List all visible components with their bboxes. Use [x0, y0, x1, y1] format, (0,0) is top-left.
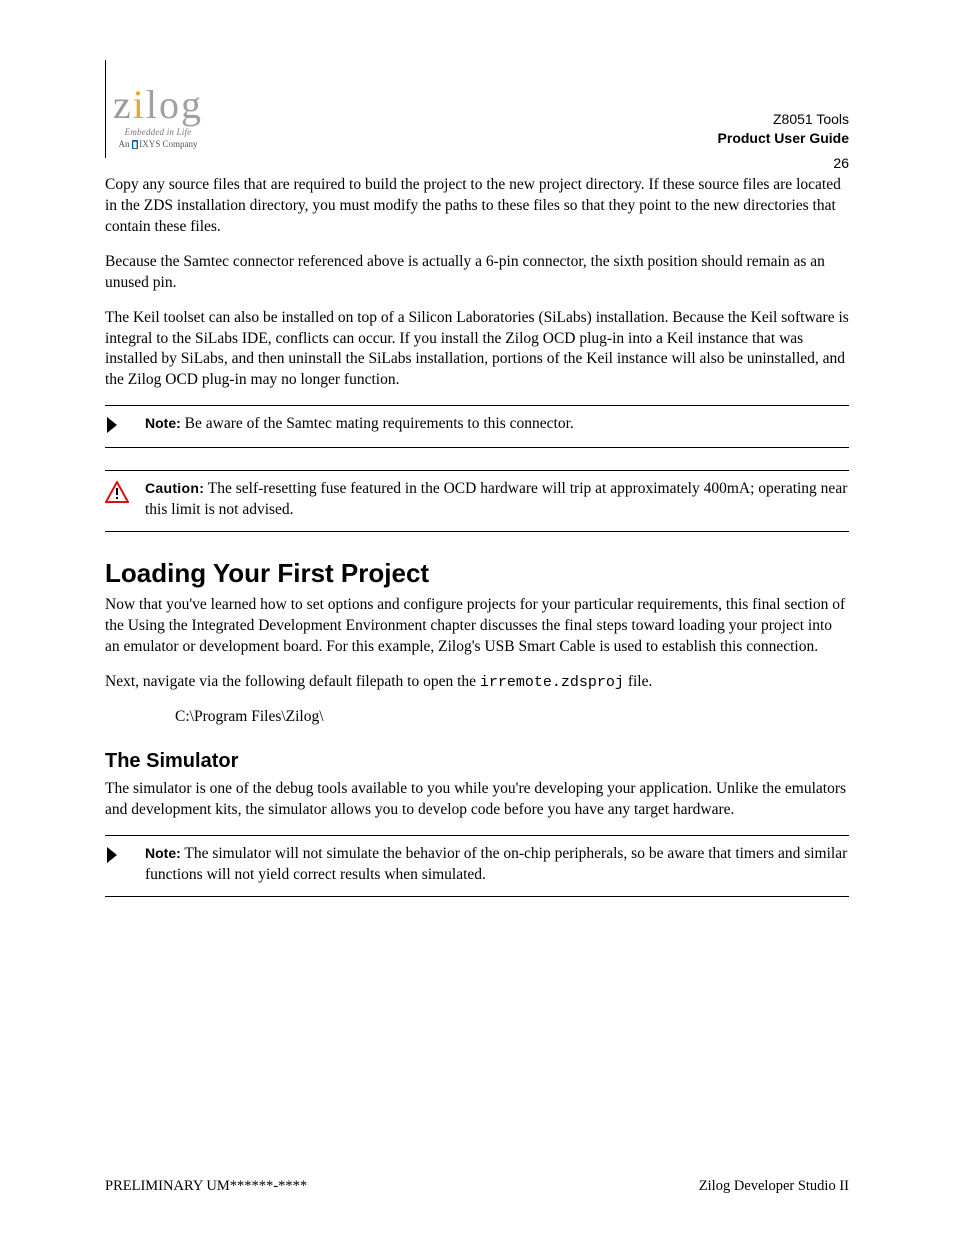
paragraph-copy-source: Copy any source files that are required …: [105, 175, 849, 238]
header-product-line-1: Z8051 Tools: [718, 110, 849, 129]
filepath-prefix: Next, navigate via the following default…: [105, 673, 480, 690]
paragraph-simulator-lead: The simulator is one of the debug tools …: [105, 779, 849, 821]
ixys-badge: ▮: [132, 140, 138, 149]
heading-simulator: The Simulator: [105, 750, 849, 773]
header-side-rule: [105, 60, 106, 158]
logo-subline-suffix: Company: [160, 139, 197, 149]
note2-icon-gutter: [105, 844, 145, 886]
filepath-value: C:\Program Files\Zilog\: [175, 707, 849, 728]
footer-section: Zilog Developer Studio II: [699, 1178, 849, 1195]
caution-icon-gutter: [105, 479, 145, 521]
note-callout-simulator: Note: The simulator will not simulate th…: [105, 835, 849, 897]
filepath-filename: irremote.zdsproj: [480, 674, 624, 691]
note2-label: Note:: [145, 845, 181, 861]
filepath-suffix: file.: [624, 673, 652, 690]
caution-text: Caution: The self-resetting fuse feature…: [145, 479, 849, 521]
warning-triangle-icon: [105, 481, 129, 508]
page: zilog Embedded in Life An ▮IXYS Company …: [0, 0, 954, 1235]
note-text: Note: Be aware of the Samtec mating requ…: [145, 414, 849, 437]
footer-doc-id: PRELIMINARY UM******-****: [105, 1178, 307, 1195]
caution-callout: Caution: The self-resetting fuse feature…: [105, 470, 849, 532]
logo-subline: An ▮IXYS Company: [113, 139, 203, 149]
page-footer: PRELIMINARY UM******-**** Zilog Develope…: [105, 1178, 849, 1195]
note-label: Note:: [145, 415, 181, 431]
logo-subline-prefix: An: [119, 139, 132, 149]
note-icon-gutter: [105, 414, 145, 437]
logo-wordmark: zilog: [113, 85, 203, 125]
page-content: Copy any source files that are required …: [105, 175, 849, 897]
logo-tagline: Embedded in Life: [113, 127, 203, 137]
heading-loading-first-project: Loading Your First Project: [105, 558, 849, 589]
caution-body: The self-resetting fuse featured in the …: [145, 480, 847, 518]
caution-label: Caution:: [145, 480, 204, 496]
chevron-right-icon: [105, 416, 119, 437]
header-page-number: 26: [718, 154, 849, 173]
logo-subline-brand: IXYS: [139, 139, 160, 149]
paragraph-samtec-6pin: Because the Samtec connector referenced …: [105, 252, 849, 294]
note-body: Be aware of the Samtec mating requiremen…: [181, 415, 574, 432]
header-product-line-2: Product User Guide: [718, 129, 849, 148]
note-callout: Note: Be aware of the Samtec mating requ…: [105, 405, 849, 448]
paragraph-filepath: Next, navigate via the following default…: [105, 672, 849, 693]
chevron-right-icon: [105, 846, 119, 867]
header-right: Z8051 Tools Product User Guide 26: [718, 110, 849, 173]
company-logo: zilog Embedded in Life An ▮IXYS Company: [113, 85, 203, 149]
paragraph-loading-lead: Now that you've learned how to set optio…: [105, 595, 849, 658]
paragraph-keil-silabs: The Keil toolset can also be installed o…: [105, 308, 849, 392]
note2-body: The simulator will not simulate the beha…: [145, 845, 847, 883]
note2-text: Note: The simulator will not simulate th…: [145, 844, 849, 886]
